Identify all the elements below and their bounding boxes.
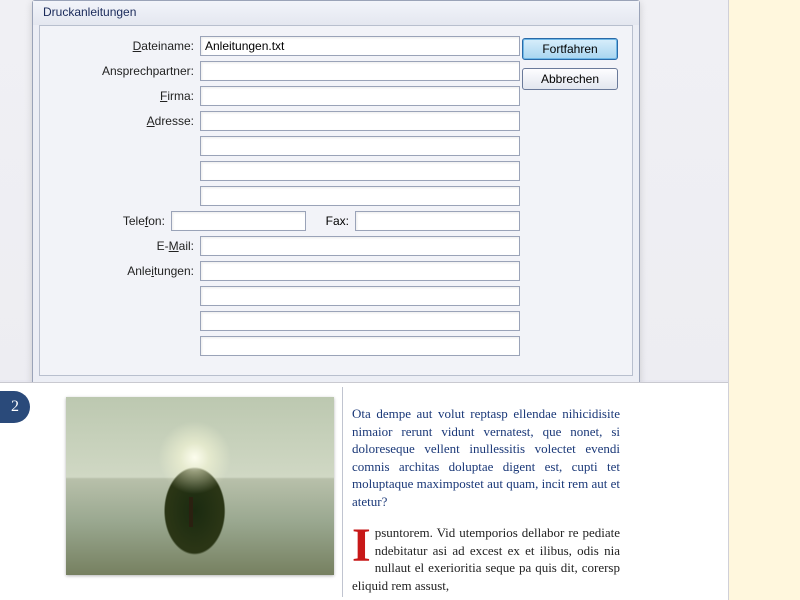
- anleitungen-field-3[interactable]: [200, 311, 520, 331]
- button-column: Fortfahren Abbrechen: [522, 36, 622, 98]
- dialog-title: Druckanleitungen: [33, 1, 639, 25]
- adresse-field-3[interactable]: [200, 161, 520, 181]
- label-email: E-Mail:: [50, 239, 200, 253]
- tree-sunrise-image: [66, 397, 334, 575]
- document-page-area: 2 Ota dempe aut volut reptasp ellendae n…: [0, 382, 728, 600]
- column-divider: [342, 387, 343, 597]
- label-firma: Firma:: [50, 89, 200, 103]
- paragraph-2: Ipsuntorem. Vid utemporios dellabor re p…: [352, 524, 620, 594]
- firma-field[interactable]: [200, 86, 520, 106]
- fax-field[interactable]: [355, 211, 520, 231]
- page-number-tab: 2: [0, 391, 30, 423]
- right-cream-margin: [728, 0, 800, 600]
- anleitungen-field-2[interactable]: [200, 286, 520, 306]
- dateiname-field[interactable]: [200, 36, 520, 56]
- label-adresse: Adresse:: [50, 114, 200, 128]
- form-column: Dateiname: Ansprechpartner: Firma: Adres…: [50, 36, 520, 361]
- paragraph-1: Ota dempe aut volut reptasp ellendae nih…: [352, 405, 620, 510]
- body-text-column: Ota dempe aut volut reptasp ellendae nih…: [352, 405, 620, 594]
- label-anleitungen: Anleitungen:: [50, 264, 200, 278]
- label-ansprechpartner: Ansprechpartner:: [50, 64, 200, 78]
- adresse-field-1[interactable]: [200, 111, 520, 131]
- email-field[interactable]: [200, 236, 520, 256]
- dropcap-letter: I: [352, 524, 375, 566]
- dialog-body: Dateiname: Ansprechpartner: Firma: Adres…: [39, 25, 633, 376]
- label-fax: Fax:: [306, 214, 355, 228]
- cancel-button[interactable]: Abbrechen: [522, 68, 618, 90]
- label-telefon: Telefon:: [50, 214, 171, 228]
- paragraph-2-text: psuntorem. Vid utemporios dellabor re pe…: [352, 525, 620, 593]
- anleitungen-field-1[interactable]: [200, 261, 520, 281]
- continue-button[interactable]: Fortfahren: [522, 38, 618, 60]
- print-instructions-dialog: Druckanleitungen Dateiname: Ansprechpart…: [32, 0, 640, 385]
- anleitungen-field-4[interactable]: [200, 336, 520, 356]
- ansprechpartner-field[interactable]: [200, 61, 520, 81]
- adresse-field-2[interactable]: [200, 136, 520, 156]
- adresse-field-4[interactable]: [200, 186, 520, 206]
- telefon-field[interactable]: [171, 211, 306, 231]
- label-dateiname: Dateiname:: [50, 39, 200, 53]
